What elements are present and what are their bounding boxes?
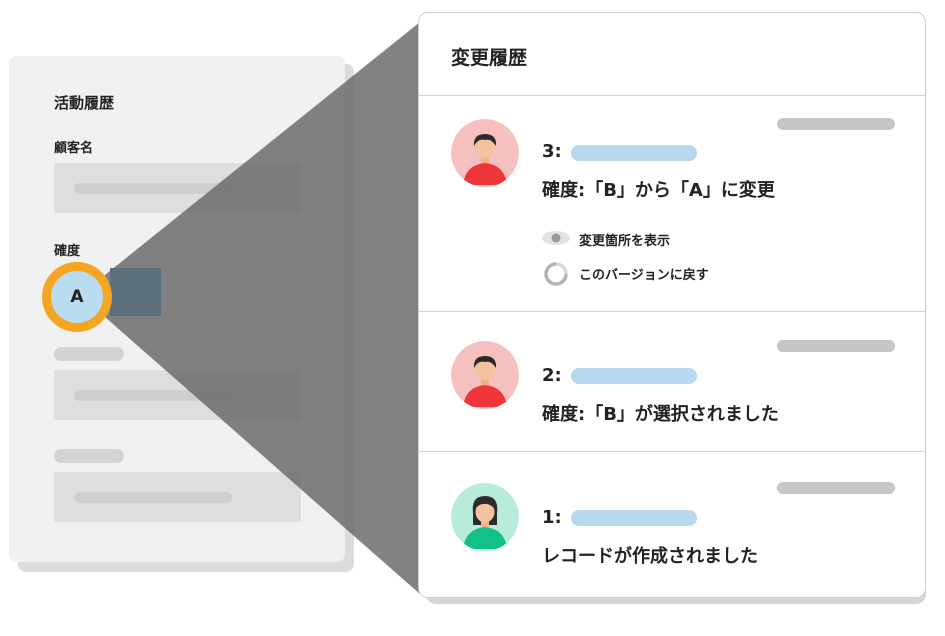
revert-version-link[interactable]: このバージョンに戻す bbox=[579, 264, 709, 283]
history-card: 変更履歴 3: 確度:「B」から「A」に変更 変更箇所を表示 このバージョンに戻… bbox=[418, 12, 926, 598]
entry-number: 2: bbox=[542, 365, 562, 386]
show-diff-link[interactable]: 変更箇所を表示 bbox=[579, 230, 670, 249]
entry-message: 確度:「B」から「A」に変更 bbox=[542, 180, 775, 201]
entry-number: 1: bbox=[542, 507, 562, 528]
timestamp-placeholder bbox=[777, 340, 895, 352]
revert-icon bbox=[544, 262, 568, 286]
rating-badge: A bbox=[51, 271, 103, 323]
eye-icon bbox=[542, 231, 570, 245]
male-user-avatar bbox=[451, 119, 519, 187]
female-user-avatar bbox=[451, 483, 519, 551]
entry-number: 3: bbox=[542, 141, 562, 162]
timestamp-placeholder bbox=[777, 118, 895, 130]
entry-message: レコードが作成されました bbox=[542, 546, 758, 567]
timestamp-placeholder bbox=[777, 482, 895, 494]
user-name-placeholder bbox=[571, 510, 697, 526]
entry-message: 確度:「B」が選択されました bbox=[542, 404, 779, 425]
divider bbox=[419, 451, 925, 452]
history-title: 変更履歴 bbox=[451, 47, 528, 69]
user-name-placeholder bbox=[571, 145, 697, 161]
user-name-placeholder bbox=[571, 368, 697, 384]
rating-select-box[interactable] bbox=[110, 268, 161, 316]
divider bbox=[419, 311, 925, 312]
male-user-avatar bbox=[451, 341, 519, 409]
divider bbox=[419, 95, 925, 96]
